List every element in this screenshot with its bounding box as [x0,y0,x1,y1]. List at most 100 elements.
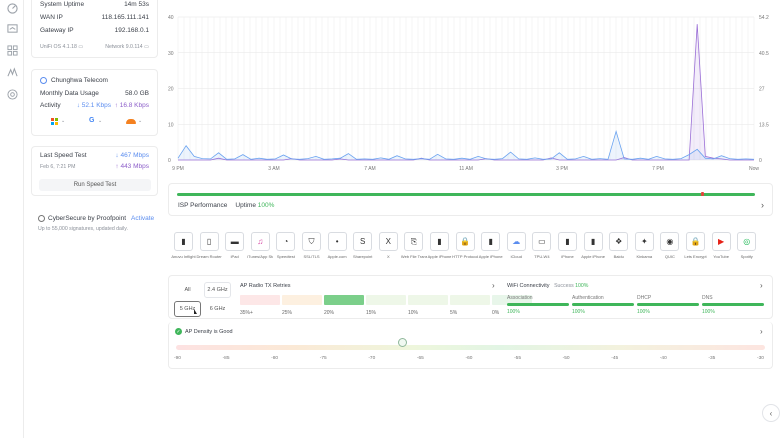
app-9[interactable]: ⎘ [404,232,424,251]
chevron-down-icon[interactable]: ⌄ [61,118,65,124]
security-icon[interactable] [6,88,18,100]
speed-icon: ◔ [283,237,289,246]
chevron-down-icon[interactable]: ⌄ [98,118,102,124]
app-3[interactable]: ♫ [250,232,270,251]
app-22[interactable]: ◎ [737,232,757,251]
speedtest-download: ↓ 467 Mbps [115,152,149,159]
cybersecure-subtitle: Up to 55,000 signatures, updated daily. [38,226,128,232]
app-11[interactable]: 🔒 [455,232,475,251]
chevron-right-icon[interactable]: › [760,281,763,290]
app-7[interactable]: S [353,232,373,251]
wifi-stage-bar [572,303,634,306]
app-0[interactable]: ▮ [174,232,193,251]
app-label: YouTube [713,254,729,259]
chevron-right-icon[interactable]: › [760,327,763,336]
cybersecure-panel: CyberSecure by Proofpoint Activate Up to… [38,215,168,232]
retry-segment[interactable] [408,295,448,305]
retry-label: 20% [324,310,335,316]
chevron-down-icon[interactable]: ⌄ [138,118,142,124]
app-19[interactable]: ◉ [660,232,680,251]
top-app-microsoft[interactable] [51,118,58,125]
app-21[interactable]: ▶ [711,232,731,251]
chevron-right-icon[interactable]: › [761,200,764,210]
x-tick: 3 AM [268,166,279,172]
density-tick: -90 [174,356,181,361]
os-info-icon[interactable]: ▭ [78,44,83,50]
speedtest-label: Last Speed Test [40,152,87,159]
density-tick: -80 [271,356,279,361]
phone-icon: ▮ [590,237,596,246]
band-all-button[interactable]: All [174,282,201,298]
x-icon: X [385,237,391,246]
app-label: QUIC [664,254,675,259]
app-label: Anuvu Inflight [171,254,196,259]
retry-label: 5% [450,310,458,316]
isp-uptime-marker [701,192,704,196]
retry-segment[interactable] [324,295,364,305]
google-icon[interactable]: G [89,117,94,124]
activity-upload: ↑ 16.8 Kbps [114,102,149,109]
x-tick: 11 AM [459,166,473,172]
app-label: iTunes/App Store [247,254,273,259]
speedtest-date: Feb 6, 7:21 PM [40,163,76,170]
y-tick-left: 20 [168,87,174,93]
file-icon: ⎘ [410,236,418,246]
app-17[interactable]: ❖ [609,232,629,251]
run-speedtest-button[interactable]: Run Speed Test [39,179,151,191]
app-6[interactable]: • [327,232,347,251]
app-20[interactable]: 🔒 [686,232,705,251]
app-label: Dream Router [196,254,222,259]
cloud-icon: ☁ [512,237,521,246]
topology-icon[interactable] [6,22,18,34]
app-label: iPhone [561,254,574,259]
network-info-icon[interactable]: ▭ [144,44,149,50]
retry-segment[interactable] [366,295,406,305]
dashboard-icon[interactable] [6,2,18,14]
isp-uptime: Uptime 100% [235,202,275,209]
wifi-stage-label: DHCP [637,295,652,301]
devices-icon[interactable] [6,44,18,56]
band-6-button[interactable]: 6 GHz [204,301,231,317]
cloudflare-icon[interactable] [126,119,136,124]
retries-title: AP Radio TX Retries [240,283,291,289]
wifi-title-row: WiFi Connectivity Success 100% [507,283,589,289]
retry-segment[interactable] [450,295,490,305]
play-icon: ▶ [718,237,725,246]
density-marker-handle[interactable] [397,338,407,347]
app-label: iCloud [510,254,522,259]
y-tick-right: 0 [759,158,762,164]
app-1[interactable]: ▯ [199,232,219,251]
retry-segment[interactable] [282,295,322,305]
app-14[interactable]: ▭ [532,232,552,251]
density-gradient [176,345,765,350]
app-15[interactable]: ▮ [558,232,577,251]
density-tick: -55 [514,356,522,361]
density-tick: -85 [222,356,230,361]
collapse-panel-button[interactable]: ‹ [762,404,780,422]
app-label: Kinkama [636,254,653,259]
activate-link[interactable]: Activate [131,215,154,222]
app-2[interactable]: ▬ [225,232,245,251]
app-18[interactable]: ✦ [634,232,654,251]
band-24-button[interactable]: 2.4 GHz [204,282,231,298]
wifi-title: WiFi Connectivity [507,283,550,289]
app-10[interactable]: ▮ [430,232,449,251]
app-16[interactable]: ▮ [583,232,603,251]
insights-icon[interactable] [6,66,18,78]
app-label: iPad [230,254,239,259]
retry-segment[interactable] [240,295,280,305]
app-5[interactable]: ⛉ [302,232,321,251]
app-4[interactable]: ◔ [276,232,296,251]
app-8[interactable]: X [378,232,398,251]
retry-label: 25% [282,310,293,316]
density-tick: -60 [465,356,473,361]
isp-performance-card[interactable]: ISP Performance Uptime 100% › [168,183,773,216]
app-13[interactable]: ☁ [506,232,526,251]
system-card: System Uptime 14m 53s WAN IP 118.165.111.1… [31,0,158,58]
chevron-right-icon[interactable]: › [492,281,495,290]
left-nav [0,0,24,438]
app-12[interactable]: ▮ [481,232,501,251]
x-tick: 7 PM [652,166,664,172]
app-label: Baidu [613,254,624,259]
y-tick-left: 40 [168,15,174,21]
